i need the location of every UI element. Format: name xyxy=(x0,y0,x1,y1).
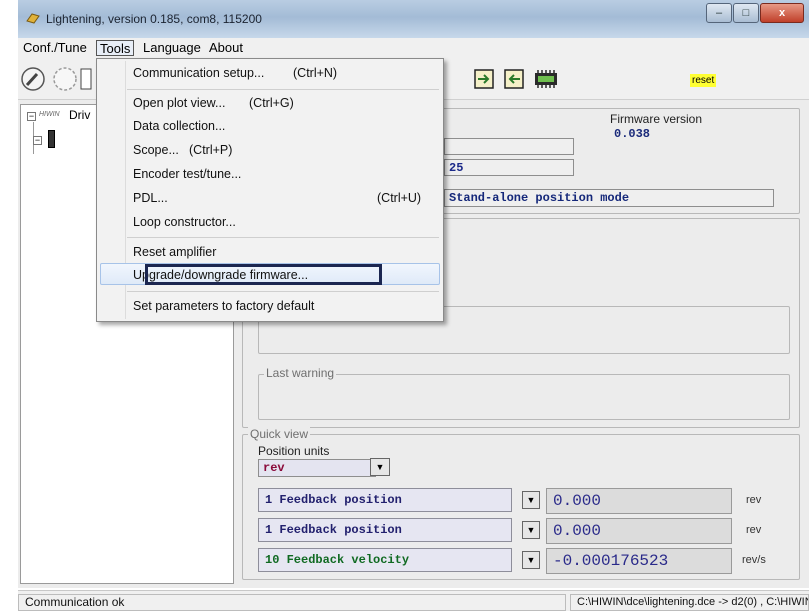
app-icon xyxy=(26,13,40,24)
quick-view-row-3-dropdown-icon[interactable]: ▼ xyxy=(522,551,540,569)
position-units-dropdown-icon[interactable]: ▼ xyxy=(370,458,390,476)
operation-mode-field: Stand-alone position mode xyxy=(444,189,774,207)
reset-button[interactable]: reset xyxy=(690,74,717,87)
window-title: Lightening, version 0.185, com8, 115200 xyxy=(46,12,262,26)
last-warning-label: Last warning xyxy=(264,366,337,380)
menu-item-open-plot-view[interactable]: Open plot view... xyxy=(133,96,225,110)
tree-collapse-icon[interactable]: − xyxy=(33,136,42,145)
minimize-button[interactable]: – xyxy=(706,3,732,23)
menu-separator xyxy=(127,237,439,238)
document-icon[interactable] xyxy=(80,66,92,92)
drive-field-1 xyxy=(444,138,574,155)
quick-view-row-3-unit: rev/s xyxy=(742,554,766,566)
position-units-select[interactable]: rev xyxy=(258,459,376,477)
drive-field-2: 25 xyxy=(444,159,574,176)
quick-view-row-1-name[interactable]: 1 Feedback position xyxy=(258,488,512,512)
close-button[interactable]: x xyxy=(760,3,804,23)
dial-icon[interactable] xyxy=(52,66,78,92)
menu-bar: Conf./Tune Tools Language About xyxy=(18,38,809,58)
menu-item-pdl[interactable]: PDL... xyxy=(133,191,168,205)
menu-shortcut-pdl: (Ctrl+U) xyxy=(377,191,422,205)
quick-view-row-2-name[interactable]: 1 Feedback position xyxy=(258,518,512,542)
maximize-button[interactable]: □ xyxy=(733,3,759,23)
firmware-version-value: 0.038 xyxy=(614,127,651,141)
status-path: C:\HIWIN\dce\lightening.dce -> d2(0) , C… xyxy=(570,594,809,611)
quick-view-row-3-name[interactable]: 10 Feedback velocity xyxy=(258,548,512,572)
menu-item-factory-default[interactable]: Set parameters to factory default xyxy=(133,299,314,313)
import-icon[interactable] xyxy=(473,68,495,90)
quick-view-row-2-value: 0.000 xyxy=(546,518,732,544)
menu-item-encoder-test-tune[interactable]: Encoder test/tune... xyxy=(133,167,241,181)
status-bar: Communication ok C:\HIWIN\dce\lightening… xyxy=(18,590,809,611)
last-warning-box xyxy=(258,374,790,420)
highlight-box-annotation xyxy=(145,264,382,285)
wrench-icon[interactable] xyxy=(20,66,46,92)
menu-item-data-collection[interactable]: Data collection... xyxy=(133,119,225,133)
menu-item-scope[interactable]: Scope... xyxy=(133,143,179,157)
quick-view-row-1-value: 0.000 xyxy=(546,488,732,514)
menu-shortcut-communication-setup: (Ctrl+N) xyxy=(293,66,338,80)
quick-view-label: Quick view xyxy=(248,427,311,441)
tools-menu: Communication setup... (Ctrl+N) Open plo… xyxy=(96,58,444,322)
menu-item-loop-constructor[interactable]: Loop constructor... xyxy=(133,215,236,229)
menu-separator xyxy=(127,89,439,90)
hiwin-logo: HIWIN xyxy=(39,111,60,118)
menu-item-reset-amplifier[interactable]: Reset amplifier xyxy=(133,245,216,259)
tree-root-label[interactable]: Driv xyxy=(69,108,90,122)
quick-view-row-2-unit: rev xyxy=(746,524,762,536)
tree-collapse-icon[interactable]: − xyxy=(27,112,36,121)
menu-shortcut-scope: (Ctrl+P) xyxy=(189,143,233,157)
menu-shortcut-open-plot-view: (Ctrl+G) xyxy=(249,96,294,110)
drive-device-icon[interactable] xyxy=(48,130,55,148)
position-units-label: Position units xyxy=(258,444,330,458)
export-icon[interactable] xyxy=(503,68,525,90)
quick-view-row-1-unit: rev xyxy=(746,494,762,506)
menu-tools[interactable]: Tools xyxy=(96,40,135,56)
menu-language[interactable]: Language xyxy=(140,40,204,56)
quick-view-row-3-value: -0.000176523 xyxy=(546,548,732,574)
quick-view-row-1-dropdown-icon[interactable]: ▼ xyxy=(522,491,540,509)
chip-icon[interactable] xyxy=(533,68,559,90)
status-text: Communication ok xyxy=(18,594,566,611)
menu-conf-tune[interactable]: Conf./Tune xyxy=(20,40,90,56)
title-bar: Lightening, version 0.185, com8, 115200 … xyxy=(18,0,809,38)
quick-view-row-2-dropdown-icon[interactable]: ▼ xyxy=(522,521,540,539)
menu-about[interactable]: About xyxy=(206,40,246,56)
menu-separator xyxy=(127,291,439,292)
firmware-version-label: Firmware version xyxy=(610,112,703,126)
menu-item-communication-setup[interactable]: Communication setup... xyxy=(133,66,264,80)
